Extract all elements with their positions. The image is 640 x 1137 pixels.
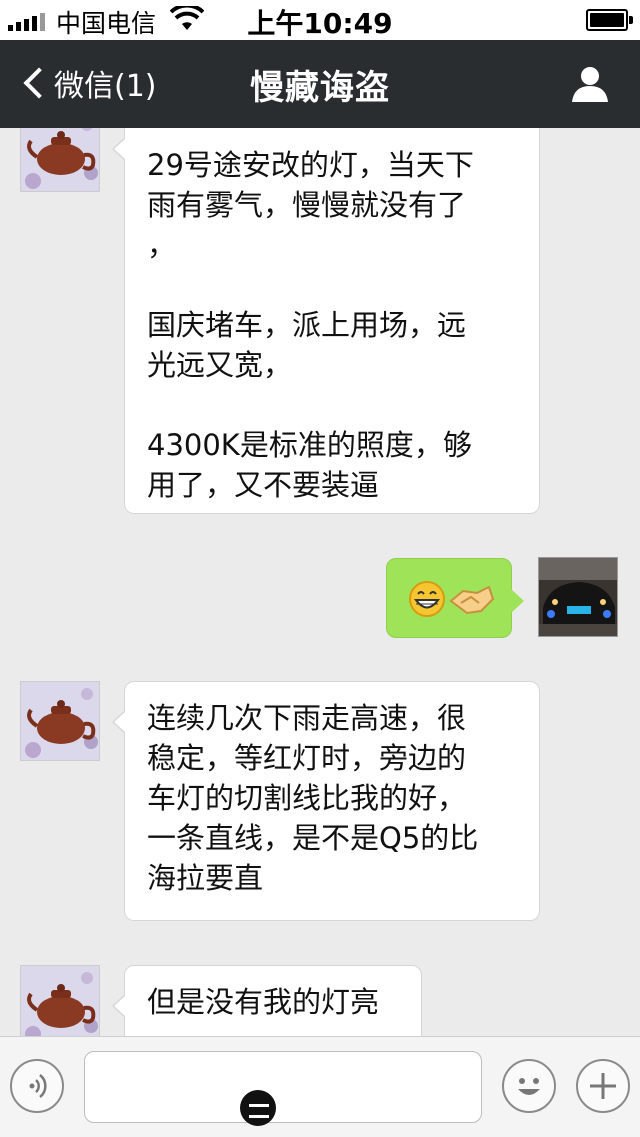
message-list[interactable]: 29号途安改的灯，当天下 雨有雾气，慢慢就没有了 ， 国庆堵车，派上用场，远 光… — [0, 128, 640, 1036]
plus-icon — [590, 1073, 616, 1099]
handshake-emoji — [449, 585, 495, 615]
message-bubble-received[interactable]: 29号途安改的灯，当天下 雨有雾气，慢慢就没有了 ， 国庆堵车，派上用场，远 光… — [112, 128, 540, 514]
battery-icon — [586, 9, 633, 31]
sender-avatar[interactable] — [20, 128, 100, 192]
more-options-button[interactable] — [576, 1059, 630, 1113]
message-input[interactable] — [84, 1051, 482, 1123]
sender-avatar[interactable] — [20, 965, 100, 1036]
contact-profile-icon[interactable] — [570, 64, 610, 104]
grin-emoji — [409, 581, 445, 617]
sender-avatar[interactable] — [20, 681, 100, 761]
message-bubble-received[interactable]: 但是没有我的灯亮 — [112, 965, 422, 1036]
message-text: 连续几次下雨走高速，很 稳定，等红灯时，旁边的 车灯的切割线比我的好， 一条直线… — [147, 701, 479, 895]
message-text: 29号途安改的灯，当天下 雨有雾气，慢慢就没有了 ， 国庆堵车，派上用场，远 光… — [147, 148, 474, 502]
message-text: 但是没有我的灯亮 — [147, 985, 380, 1019]
teapot-avatar-icon — [21, 682, 99, 760]
voice-icon — [29, 1074, 47, 1098]
emoji-group — [409, 581, 495, 617]
car-avatar-icon — [539, 558, 617, 636]
voice-input-button[interactable] — [10, 1059, 64, 1113]
smiley-icon — [518, 1078, 540, 1095]
message-bubble-received[interactable]: 连续几次下雨走高速，很 稳定，等红灯时，旁边的 车灯的切割线比我的好， 一条直线… — [112, 681, 540, 921]
clock: 上午10:49 — [247, 7, 393, 40]
input-toolbar — [0, 1036, 640, 1137]
teapot-avatar-icon — [21, 128, 99, 191]
chat-title: 慢藏诲盗 — [250, 68, 390, 108]
message-bubble-sent[interactable] — [386, 558, 524, 638]
watermark-logo — [240, 1090, 276, 1126]
navigation-bar: 微信(1) 慢藏诲盗 — [0, 40, 640, 128]
teapot-avatar-icon — [21, 966, 99, 1036]
my-avatar[interactable] — [538, 557, 618, 637]
status-bar: 中国电信 上午10:49 — [0, 0, 640, 40]
emoji-button[interactable] — [502, 1059, 556, 1113]
